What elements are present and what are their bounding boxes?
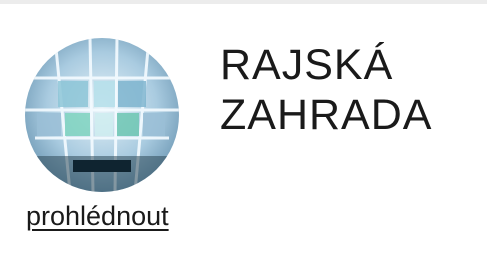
gallery-title: RAJSKÁ ZAHRADA: [220, 40, 470, 140]
gallery-title-line2: ZAHRADA: [220, 91, 433, 139]
gallery-title-line1: RAJSKÁ: [220, 41, 394, 89]
gallery-thumbnail[interactable]: [25, 38, 179, 192]
glass-ceiling-photo-icon: [25, 38, 179, 192]
view-gallery-link[interactable]: prohlédnout: [26, 196, 169, 236]
top-divider: [0, 0, 487, 4]
gallery-card: RAJSKÁ ZAHRADA prohlédnout: [0, 0, 487, 260]
